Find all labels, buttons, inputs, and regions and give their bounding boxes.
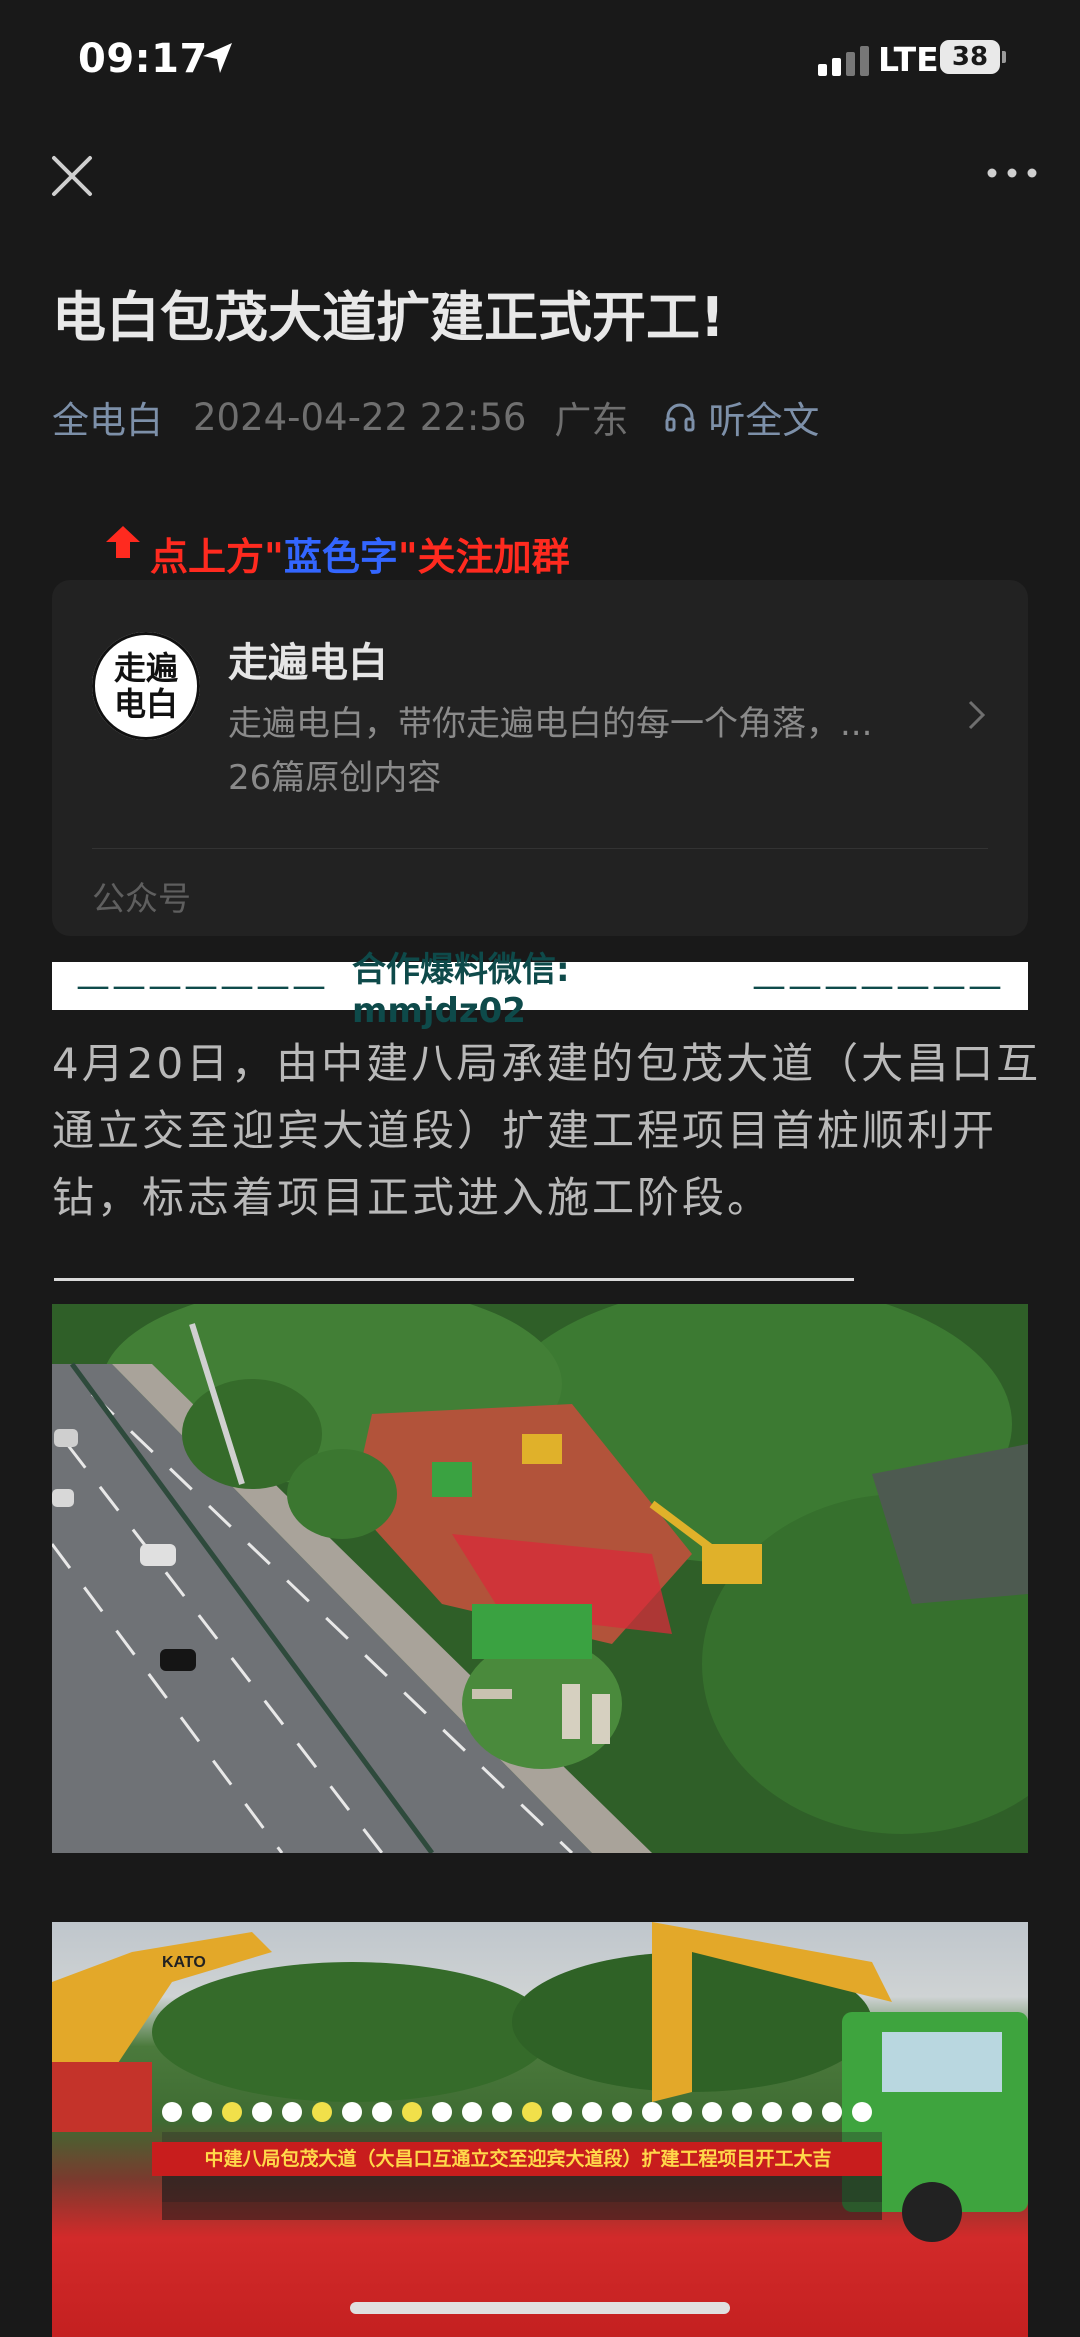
listen-button[interactable]: 听全文 — [662, 390, 819, 444]
article-title: 电白包茂大道扩建正式开工! — [52, 286, 725, 349]
follow-prompt: 点上方" 蓝色字 "关注加群 — [150, 526, 570, 581]
signal-icon — [818, 46, 869, 76]
article-paragraph: 4月20日，由中建八局承建的包茂大道（大昌口互通立交至迎宾大道段）扩建工程项目首… — [52, 1039, 1042, 1222]
banner-dash-right: ——————— — [752, 966, 1004, 1006]
account-name: 走遍电白 — [228, 640, 388, 686]
hand-pointer-icon — [106, 526, 140, 558]
banner-dash-left: ——————— — [76, 966, 328, 1006]
network-label: LTE — [878, 40, 939, 79]
account-card[interactable] — [52, 580, 1028, 936]
author-link[interactable]: 全电白 — [52, 390, 163, 444]
battery-tip — [1002, 51, 1006, 63]
listen-label: 听全文 — [708, 399, 820, 442]
chevron-right-icon — [968, 700, 986, 730]
account-avatar: 走遍 电白 — [92, 632, 200, 740]
card-divider — [92, 848, 988, 849]
publish-datetime: 2024-04-22 22:56 — [193, 395, 527, 439]
excavator-brand-label: KATO — [162, 1954, 206, 1971]
contact-banner: ——————— 合作爆料微信: mmjdz02 ——————— — [52, 950, 1028, 1031]
account-description: 走遍电白，带你走遍电白的每一个角落，... — [228, 704, 873, 744]
home-indicator[interactable] — [350, 2302, 730, 2314]
location-arrow-icon — [203, 43, 232, 73]
ceremony-banner-text: 中建八局包茂大道（大昌口互通立交至迎宾大道段）扩建工程项目开工大吉 — [204, 2148, 832, 2170]
headphones-icon — [665, 403, 695, 432]
divider-rule — [54, 1278, 854, 1281]
avatar-line1: 走遍 — [113, 649, 178, 687]
follow-suffix: "关注加群 — [397, 535, 570, 579]
avatar-line2: 电白 — [113, 685, 178, 723]
close-icon[interactable] — [44, 148, 100, 204]
more-icon[interactable] — [982, 158, 1042, 188]
publish-location: 广东 — [554, 399, 629, 442]
status-time: 09:17 — [78, 36, 208, 82]
ceremony-scene — [52, 1922, 1028, 2242]
construction-aerial-photo[interactable] — [52, 1304, 1028, 1853]
battery-icon: 38 — [940, 40, 1000, 74]
follow-highlight: 蓝色字 — [283, 535, 398, 579]
account-type: 公众号 — [92, 879, 191, 918]
follow-prefix: 点上方" — [150, 535, 284, 579]
article-meta: 全电白 2024-04-22 22:56 广东 听全文 — [52, 390, 819, 444]
groundbreaking-ceremony-photo[interactable]: KATO 中建八局包茂大道（大昌口互通立交至迎宾大道段）扩建工程项目开工大吉 — [52, 1922, 1028, 2337]
account-article-count: 26篇原创内容 — [228, 758, 442, 798]
banner-text: 合作爆料微信: mmjdz02 — [352, 949, 570, 1031]
